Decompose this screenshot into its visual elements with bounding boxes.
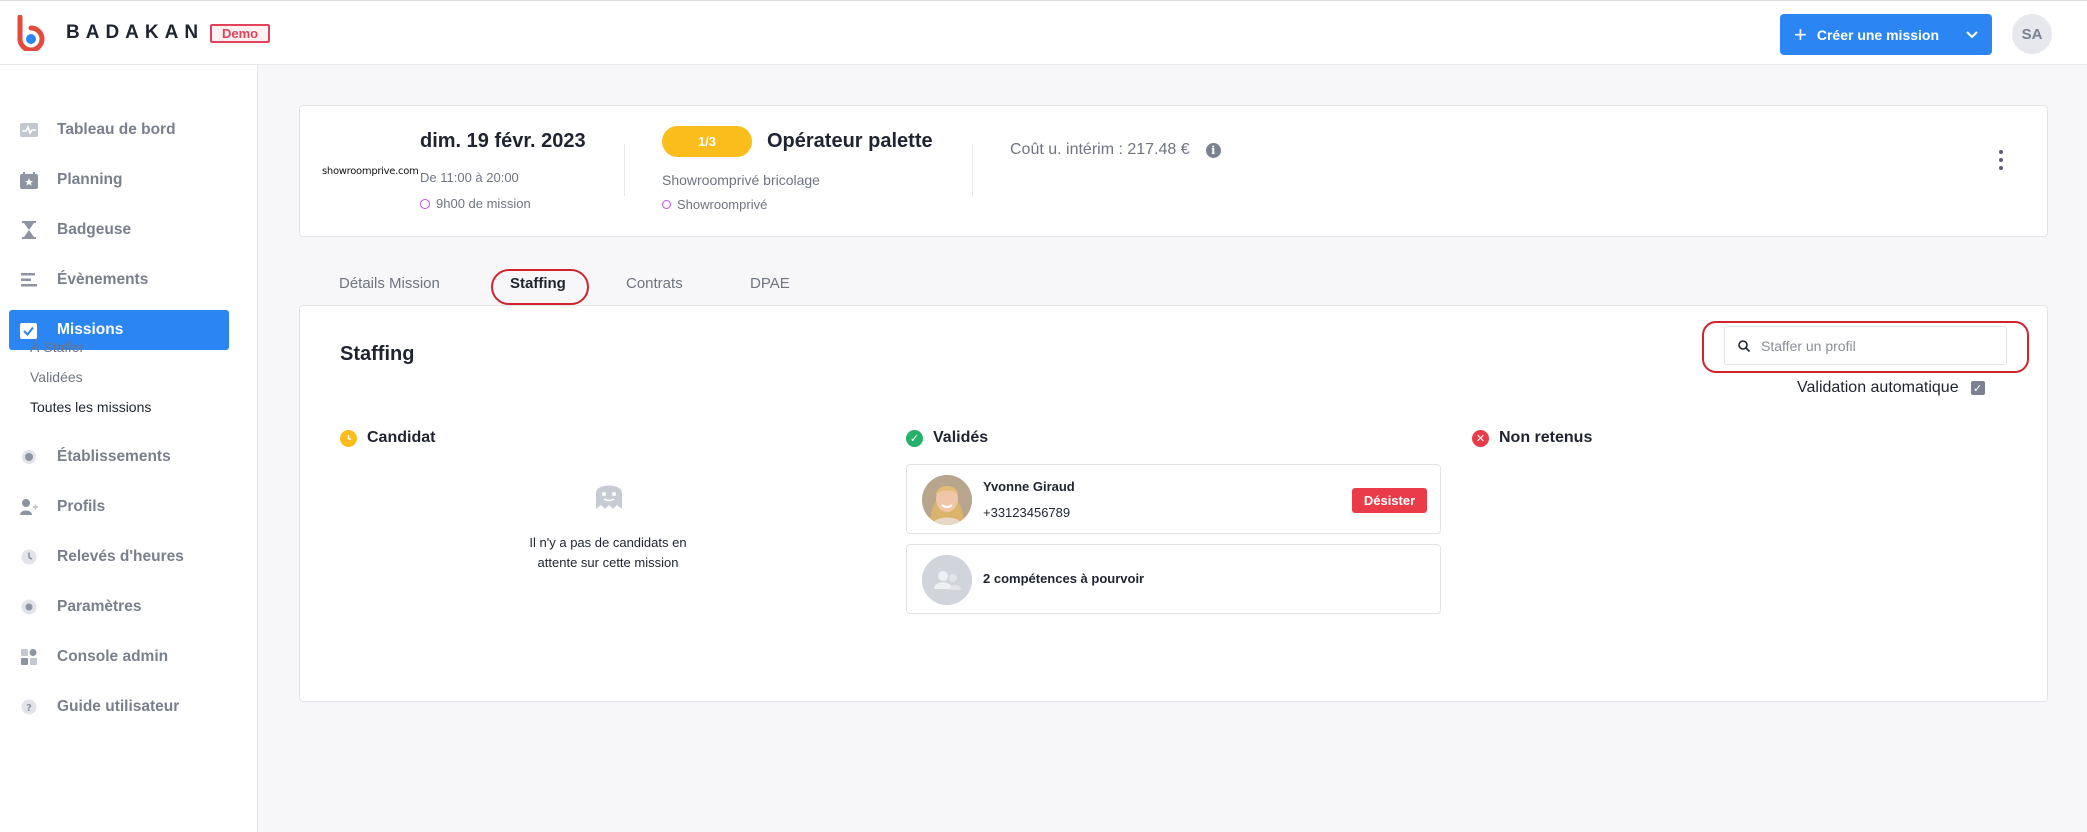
profile-icon	[19, 498, 38, 517]
divider	[624, 144, 625, 196]
missions-icon	[19, 321, 38, 340]
column-non-retenus-label: Non retenus	[1499, 429, 1593, 446]
calendar-icon	[19, 171, 38, 190]
auto-validation-label: Validation automatique	[1797, 379, 1959, 396]
demo-badge: Demo	[210, 24, 271, 43]
staff-search-input[interactable]	[1761, 337, 2001, 354]
hourglass-icon	[19, 221, 38, 240]
mission-header-card: showroomprive.com dim. 19 févr. 2023 De …	[299, 105, 2048, 237]
mission-cost-label: Coût u. intérim : 217.48 €	[1010, 141, 1190, 158]
column-candidat: Candidat	[340, 429, 435, 447]
sidebar-item-settings[interactable]: Paramètres	[9, 587, 229, 627]
events-icon	[19, 271, 38, 290]
sidebar-item-admin-console[interactable]: Console admin	[9, 637, 229, 677]
tab-mission-details[interactable]: Détails Mission	[339, 275, 440, 292]
mission-hours: De 11:00 à 20:00	[420, 170, 519, 185]
sidebar-item-label: Badgeuse	[57, 221, 132, 238]
sidebar-item-label: Console admin	[57, 648, 169, 665]
chevron-down-icon[interactable]	[1952, 14, 1992, 55]
sidebar-item-profiles[interactable]: Profils	[9, 487, 229, 527]
mission-client: Showroomprivé	[662, 197, 767, 212]
skills-to-fill-card[interactable]: 2 compétences à pourvoir	[906, 544, 1441, 614]
mission-title: Opérateur palette	[767, 130, 933, 152]
sidebar-item-label: Évènements	[57, 271, 149, 288]
tab-staffing-highlight	[491, 269, 589, 305]
client-logo: showroomprive.com	[322, 166, 419, 177]
close-circle-icon: ✕	[1472, 429, 1489, 447]
validated-person-card[interactable]: Yvonne Giraud +33123456789 Désister	[906, 464, 1441, 534]
sidebar-item-label: Tableau de bord	[57, 121, 176, 138]
establishment-icon	[19, 448, 38, 467]
tab-contracts[interactable]: Contrats	[626, 275, 683, 292]
user-avatar[interactable]: SA	[2012, 14, 2052, 54]
top-bar: BADAKAN Demo + Créer une mission SA	[0, 0, 2087, 65]
empty-candidates-message: Il n'y a pas de candidats en attente sur…	[529, 535, 687, 570]
plus-icon: +	[1794, 21, 1807, 47]
pending-status-icon	[340, 429, 357, 447]
sidebar-item-user-guide[interactable]: ? Guide utilisateur	[9, 687, 229, 727]
column-non-retenus: ✕ Non retenus	[1472, 429, 1592, 447]
mission-site: Showroomprivé bricolage	[662, 172, 820, 188]
check-circle-icon: ✓	[906, 429, 923, 447]
sidebar-item-establishments[interactable]: Établissements	[9, 437, 229, 477]
person-phone: +33123456789	[983, 505, 1071, 520]
mission-duration: 9h00 de mission	[420, 196, 531, 211]
column-valides-label: Validés	[933, 429, 989, 446]
sidebar-item-label: Missions	[57, 321, 124, 338]
svg-text:?: ?	[26, 703, 32, 714]
dashboard-icon	[19, 121, 38, 140]
person-name[interactable]: Yvonne Giraud	[983, 479, 1075, 494]
admin-icon	[19, 648, 38, 667]
info-icon[interactable]: i	[1205, 142, 1221, 158]
sidebar-item-timesheets[interactable]: Relevés d'heures	[9, 537, 229, 577]
create-mission-label: Créer une mission	[1816, 26, 1940, 43]
brand-name: BADAKAN	[66, 22, 205, 43]
desister-button[interactable]: Désister	[1352, 488, 1427, 513]
sidebar-subitem-toutes[interactable]: Toutes les missions	[30, 399, 151, 415]
staff-search-box[interactable]	[1724, 326, 2007, 365]
sidebar-subitem-a-staffer[interactable]: À Staffer	[30, 339, 84, 355]
create-mission-button[interactable]: + Créer une mission	[1780, 14, 1992, 55]
sidebar-item-label: Profils	[57, 498, 106, 515]
clock-icon	[19, 548, 38, 567]
clock-icon	[420, 198, 430, 209]
search-icon	[1738, 339, 1751, 352]
sidebar-item-dashboard[interactable]: Tableau de bord	[9, 110, 229, 150]
column-valides: ✓ Validés	[906, 429, 988, 447]
sidebar-item-label: Relevés d'heures	[57, 548, 184, 565]
person-avatar	[922, 475, 972, 525]
auto-validation-checkbox[interactable]: ✓	[1970, 381, 1985, 395]
ghost-icon	[596, 485, 622, 509]
location-icon	[662, 200, 671, 209]
sidebar-item-label: Planning	[57, 171, 123, 188]
help-icon: ?	[19, 698, 38, 717]
tab-dpae[interactable]: DPAE	[750, 275, 790, 292]
column-candidat-label: Candidat	[367, 429, 436, 446]
sidebar-item-planning[interactable]: Planning	[9, 160, 229, 200]
sidebar: Tableau de bord Planning Badgeuse Évènem…	[0, 65, 258, 832]
sidebar-item-label: Guide utilisateur	[57, 698, 180, 715]
sidebar-subitem-validees[interactable]: Validées	[30, 369, 83, 385]
divider	[972, 144, 973, 196]
mission-duration-label: 9h00 de mission	[436, 196, 531, 211]
mission-date: dim. 19 févr. 2023	[420, 130, 586, 152]
mission-client-label: Showroomprivé	[677, 197, 768, 212]
sidebar-item-events[interactable]: Évènements	[9, 260, 229, 300]
more-options-icon[interactable]	[1993, 146, 2009, 174]
sidebar-item-badgeuse[interactable]: Badgeuse	[9, 210, 229, 250]
sidebar-item-label: Établissements	[57, 448, 171, 465]
staffing-title: Staffing	[340, 343, 415, 365]
skills-to-fill-label: 2 compétences à pourvoir	[983, 571, 1145, 586]
staffing-ratio-badge: 1/3	[662, 126, 752, 157]
mission-cost: Coût u. intérim : 217.48 € i	[1010, 141, 1221, 159]
badakan-logo[interactable]	[14, 15, 48, 51]
settings-icon	[19, 598, 38, 617]
staffing-panel: Staffing Validation automatique ✓ Candid…	[299, 305, 2048, 702]
sidebar-item-label: Paramètres	[57, 598, 142, 615]
group-avatar-icon	[922, 555, 972, 605]
auto-validation: Validation automatique ✓	[1797, 379, 1985, 397]
